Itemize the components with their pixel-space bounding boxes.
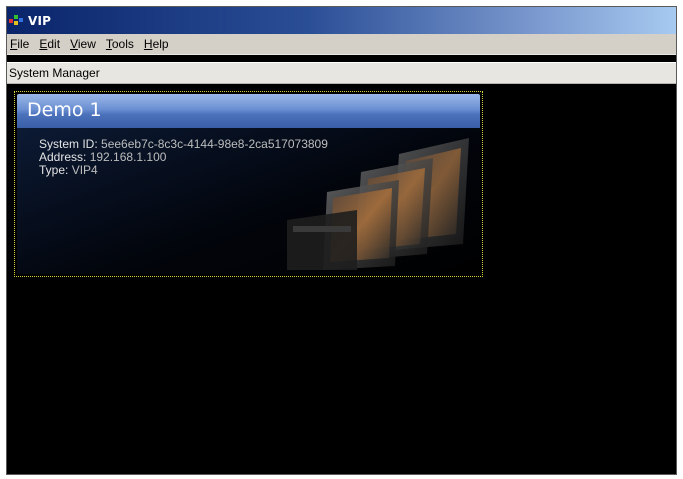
address-label: Address:	[39, 150, 87, 164]
system-card-body: System ID: 5ee6eb7c-8c3c-4144-98e8-2ca51…	[17, 128, 480, 274]
menu-file[interactable]: File	[7, 37, 34, 51]
displays-artwork-icon	[287, 138, 469, 270]
type-label: Type:	[39, 163, 69, 177]
system-card[interactable]: Demo 1 System ID: 5ee6eb7c-8c3c-4144-98e…	[14, 91, 483, 277]
system-list: Demo 1 System ID: 5ee6eb7c-8c3c-4144-98e…	[7, 84, 676, 474]
menu-edit[interactable]: Edit	[34, 37, 65, 51]
address-value: 192.168.1.100	[89, 150, 167, 164]
menu-help[interactable]: Help	[139, 37, 174, 51]
menu-view[interactable]: View	[65, 37, 101, 51]
type-row: Type: VIP4	[39, 164, 328, 177]
menu-tools[interactable]: Tools	[101, 37, 139, 51]
system-card-header: Demo 1	[17, 94, 480, 128]
app-logo-icon	[9, 14, 25, 27]
panel-header: System Manager	[7, 62, 676, 84]
system-name: Demo 1	[27, 99, 102, 121]
menu-bar: File Edit View Tools Help	[7, 34, 676, 55]
window-title: VIP	[28, 13, 52, 28]
app-window: VIP File Edit View Tools Help System Man…	[6, 6, 677, 475]
title-bar[interactable]: VIP	[7, 7, 676, 34]
system-id-label: System ID:	[39, 137, 98, 151]
system-info: System ID: 5ee6eb7c-8c3c-4144-98e8-2ca51…	[39, 138, 328, 177]
type-value: VIP4	[71, 163, 98, 177]
